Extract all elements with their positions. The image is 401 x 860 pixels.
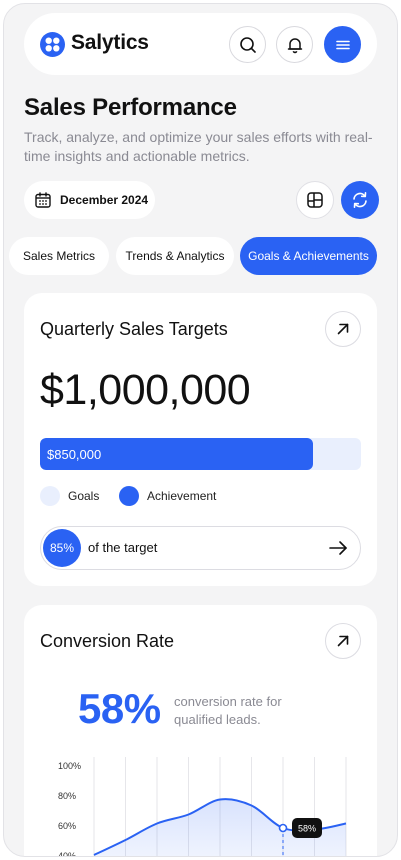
salytics-logo-icon xyxy=(40,32,65,57)
quarterly-targets-card: Quarterly Sales Targets $1,000,000 $850,… xyxy=(24,293,377,586)
tab-sales-metrics[interactable]: Sales Metrics xyxy=(9,237,109,275)
bell-icon xyxy=(287,37,302,53)
notifications-button[interactable] xyxy=(276,26,313,63)
menu-icon xyxy=(335,40,350,49)
search-button[interactable] xyxy=(229,26,266,63)
sales-progress-fill: $850,000 xyxy=(40,438,313,470)
conversion-description: conversion rate for qualified leads. xyxy=(174,694,282,727)
date-picker[interactable]: December 2024 xyxy=(24,181,155,219)
conversion-rate-card: Conversion Rate 58% conversion rate for … xyxy=(24,605,377,857)
y-tick-label: 40% xyxy=(58,851,76,857)
chart-highlight-point xyxy=(278,823,288,833)
y-tick-label: 60% xyxy=(58,821,76,831)
page-subtitle: Track, analyze, and optimize your sales … xyxy=(24,129,373,164)
conversion-expand-button[interactable] xyxy=(325,623,361,659)
conversion-card-title: Conversion Rate xyxy=(40,631,175,651)
arrow-up-right-icon xyxy=(337,635,349,647)
arrow-up-right-icon xyxy=(337,323,349,335)
y-tick-label: 80% xyxy=(58,791,76,801)
brand-name: Salytics xyxy=(71,31,149,54)
tab-goals-achievements[interactable]: Goals & Achievements xyxy=(240,237,377,275)
chart-tooltip-label: 58% xyxy=(298,824,316,834)
target-amount: $1,000,000 xyxy=(40,366,251,414)
quarterly-expand-button[interactable] xyxy=(325,311,361,347)
conversion-area-chart: 100% 80% 60% 40% 58% xyxy=(58,757,347,857)
achievement-legend-label: Achievement xyxy=(147,489,217,503)
quarterly-card-title: Quarterly Sales Targets xyxy=(40,319,228,339)
arrow-right-icon xyxy=(329,541,347,555)
y-tick-label: 100% xyxy=(58,761,81,771)
achieved-amount: $850,000 xyxy=(47,446,102,462)
refresh-icon xyxy=(353,191,367,209)
tab-trends-analytics[interactable]: Trends & Analytics xyxy=(116,237,234,275)
sales-progress-bar: $850,000 xyxy=(40,438,361,470)
percent-badge: 85% xyxy=(43,529,81,567)
percent-text: of the target xyxy=(88,540,158,555)
achievement-legend-dot xyxy=(119,486,139,506)
search-icon xyxy=(239,36,256,53)
top-bar: Salytics xyxy=(24,13,377,75)
page-title: Sales Performance xyxy=(24,94,237,121)
layout-toggle-button[interactable] xyxy=(296,181,334,219)
calendar-icon xyxy=(35,192,51,208)
app-frame: Salytics Sales Performance Track, analyz… xyxy=(3,3,398,857)
layout-grid-icon xyxy=(307,192,323,208)
refresh-button[interactable] xyxy=(341,181,379,219)
goals-legend-label: Goals xyxy=(68,489,100,503)
conversion-value: 58% xyxy=(78,685,161,732)
date-label: December 2024 xyxy=(60,193,149,207)
target-progress-pill[interactable]: 85% of the target xyxy=(40,526,361,570)
menu-button[interactable] xyxy=(324,26,361,63)
goals-legend-dot xyxy=(40,486,60,506)
